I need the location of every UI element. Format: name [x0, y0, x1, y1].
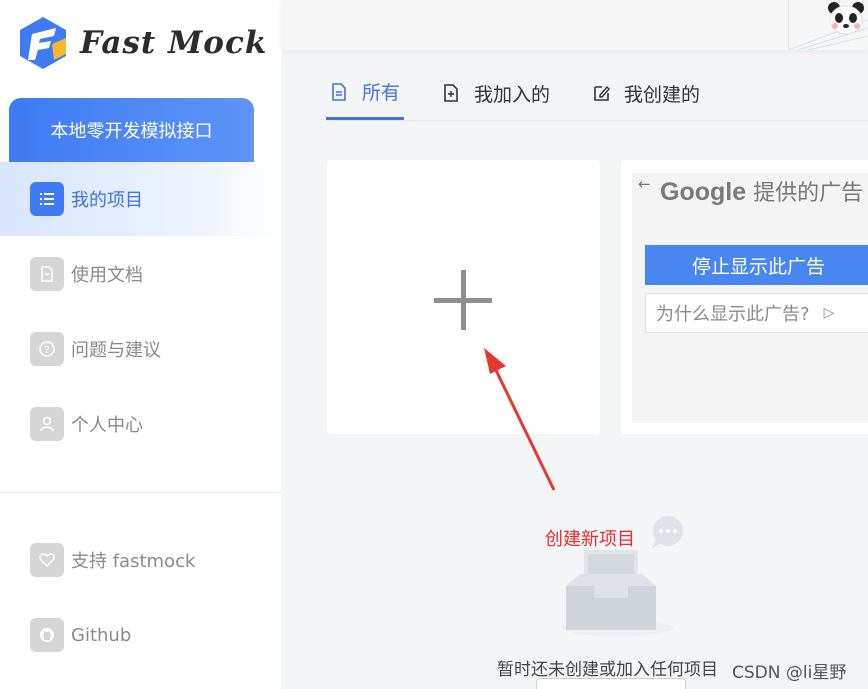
sidebar: Fast Mock 本地零开发模拟接口 我的项目 使用文档 ? 问题与建议 个人… [0, 0, 281, 689]
plus-icon-vertical [461, 270, 466, 330]
annotation-arrow [484, 348, 556, 491]
top-bar [281, 0, 868, 50]
ad-title-text: 提供的广告 [746, 181, 864, 206]
project-tabs: 所有 我加入的 我创建的 [326, 66, 738, 122]
topbar-separator [788, 0, 789, 50]
tab-joined[interactable]: 我加入的 [438, 66, 554, 120]
back-arrow-icon[interactable]: ← [638, 175, 651, 193]
svg-text:?: ? [44, 345, 49, 356]
sidebar-item-label: 问题与建议 [71, 340, 161, 361]
ad-panel: ← Google 提供的广告 停止显示此广告 为什么显示此广告? ▷ [632, 173, 868, 423]
adchoices-icon: ▷ [823, 305, 835, 321]
partial-button[interactable] [536, 678, 686, 689]
logo[interactable]: Fast Mock [14, 14, 267, 72]
sidebar-item-label: 使用文档 [71, 265, 143, 286]
sidebar-item-github[interactable]: Github [0, 598, 281, 672]
sidebar-item-docs[interactable]: 使用文档 [0, 237, 281, 311]
tab-all[interactable]: 所有 [326, 66, 405, 120]
question-icon: ? [30, 332, 64, 366]
tab-label: 我创建的 [624, 83, 701, 106]
document-icon [30, 257, 64, 291]
sidebar-item-label: 个人中心 [71, 415, 143, 436]
fastmock-logo-icon [20, 17, 66, 69]
empty-state-text: 暂时还未创建或加入任何项目 [497, 660, 718, 680]
tab-label: 我加入的 [474, 83, 551, 106]
why-ad-label: 为什么显示此广告? [656, 304, 810, 325]
ad-card: ← Google 提供的广告 停止显示此广告 为什么显示此广告? ▷ [621, 160, 868, 434]
stop-ad-button[interactable]: 停止显示此广告 [645, 245, 868, 285]
logo-text: Fast Mock [80, 25, 268, 61]
heart-icon [30, 543, 64, 577]
list-icon [30, 182, 64, 216]
user-icon [30, 407, 64, 441]
why-ad-button[interactable]: 为什么显示此广告? ▷ [645, 293, 868, 333]
annotation-label: 创建新项目 [545, 529, 635, 550]
file-plus-icon [444, 84, 458, 102]
tab-label: 所有 [362, 82, 401, 104]
sidebar-item-label: 支持 fastmock [71, 551, 196, 572]
app-root: Fast Mock 本地零开发模拟接口 我的项目 使用文档 ? 问题与建议 个人… [0, 0, 868, 689]
github-icon [30, 618, 64, 652]
tab-created[interactable]: 我创建的 [588, 66, 704, 120]
sidebar-item-label: 我的项目 [71, 190, 143, 211]
file-icon [332, 82, 346, 101]
ad-title: Google 提供的广告 [660, 177, 868, 209]
sidebar-item-my-projects[interactable]: 我的项目 [0, 162, 281, 236]
panda-avatar-icon[interactable] [826, 0, 866, 36]
edit-icon [594, 85, 610, 101]
sidebar-divider [0, 492, 281, 493]
local-mock-cta-button[interactable]: 本地零开发模拟接口 [9, 98, 254, 162]
google-brand: Google [660, 178, 747, 206]
sidebar-item-profile[interactable]: 个人中心 [0, 387, 281, 461]
sidebar-item-label: Github [71, 624, 132, 646]
watermark: CSDN @li星野 [732, 663, 847, 683]
tabs-underline [326, 120, 868, 121]
sidebar-item-support[interactable]: 支持 fastmock [0, 523, 281, 597]
sidebar-item-feedback[interactable]: ? 问题与建议 [0, 312, 281, 386]
